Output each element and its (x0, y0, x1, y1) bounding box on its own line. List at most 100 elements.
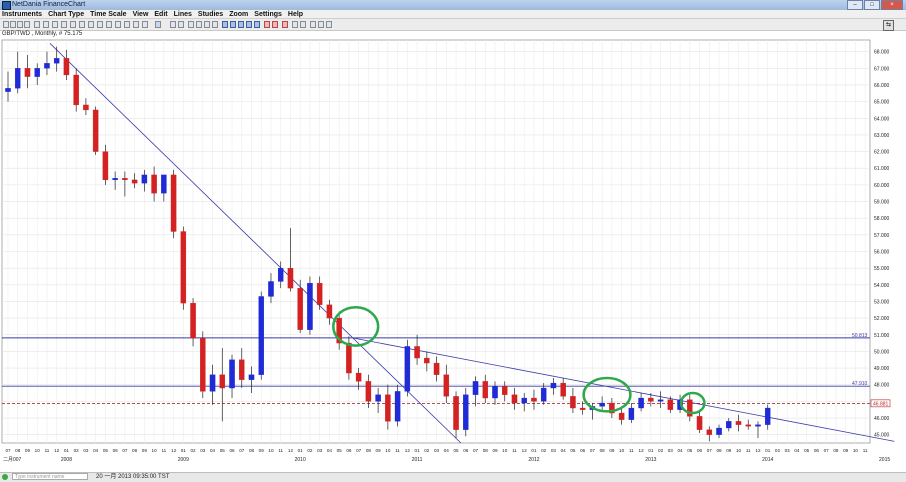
bar-chart-icon[interactable] (3, 21, 9, 28)
candle-chart-icon[interactable] (10, 21, 16, 28)
clear-lines-icon[interactable] (282, 21, 288, 28)
month-tick-label: 02 (658, 448, 664, 453)
candle-body (200, 337, 206, 392)
period-1h-icon[interactable] (79, 21, 85, 28)
command-input[interactable]: Type instrument name (12, 473, 88, 480)
dock-toggle-icon[interactable]: ⇆ (883, 20, 894, 31)
candle-body (307, 282, 313, 330)
period-daily-icon[interactable] (115, 21, 121, 28)
indicator-c-icon[interactable] (246, 21, 252, 28)
price-tick-label: 64.000 (874, 116, 890, 122)
month-tick-label: 11 (746, 448, 751, 453)
period-30-icon[interactable] (70, 21, 76, 28)
crosshair-icon[interactable] (170, 21, 176, 28)
period-2w-icon[interactable] (133, 21, 139, 28)
studies-icon[interactable] (222, 21, 228, 28)
candle-body (726, 421, 732, 429)
trendline-icon[interactable] (196, 21, 202, 28)
period-4h-icon[interactable] (97, 21, 103, 28)
period-3w-icon[interactable] (142, 21, 148, 28)
print-icon[interactable] (292, 21, 298, 28)
month-tick-label: 10 (736, 448, 742, 453)
menu-view[interactable]: View (133, 10, 149, 18)
price-tick-label: 51.000 (874, 333, 890, 339)
line-chart-icon[interactable] (17, 21, 23, 28)
period-1-icon[interactable] (34, 21, 40, 28)
month-tick-label: 06 (697, 448, 703, 453)
menu-zoom[interactable]: Zoom (229, 10, 248, 18)
candle-body (131, 179, 138, 184)
month-tick-label: 01 (298, 448, 304, 453)
menu-chart-type[interactable]: Chart Type (48, 10, 84, 18)
candle-body (540, 387, 547, 402)
candle-body (716, 427, 722, 435)
candle-body (394, 391, 401, 422)
close-icon[interactable]: × (881, 0, 903, 10)
candle-body (501, 386, 508, 395)
minimize-icon[interactable]: – (847, 0, 863, 10)
candle-body (170, 174, 177, 232)
candle-body (112, 178, 118, 181)
menu-help[interactable]: Help (288, 10, 303, 18)
bars-icon[interactable] (212, 21, 218, 28)
month-tick-label: 08 (716, 448, 722, 453)
candle-body (599, 402, 605, 407)
plot-frame (1, 39, 871, 444)
period-5-icon[interactable] (43, 21, 49, 28)
menu-time-scale[interactable]: Time Scale (90, 10, 126, 18)
menu-studies[interactable]: Studies (198, 10, 223, 18)
grid-icon[interactable] (178, 21, 184, 28)
chart-grid (1, 39, 871, 444)
fibonacci-icon[interactable] (204, 21, 210, 28)
price-tick-label: 56.000 (874, 249, 890, 255)
candle-body (63, 58, 70, 76)
level-price-label: 47.910 (852, 381, 868, 387)
period-8h-icon[interactable] (106, 21, 112, 28)
menu-instruments[interactable]: Instruments (2, 10, 42, 18)
menu-settings[interactable]: Settings (254, 10, 282, 18)
indicator-d-icon[interactable] (254, 21, 260, 28)
candle-body (735, 421, 742, 425)
candle-body (355, 372, 362, 382)
candle-body (696, 416, 703, 430)
delete-study-icon[interactable] (264, 21, 270, 28)
candle-body (579, 407, 586, 410)
maximize-icon[interactable]: □ (864, 0, 880, 10)
zoom-reset-icon[interactable] (326, 21, 332, 28)
month-tick-label: 06 (113, 448, 119, 453)
year-tick-label: 2010 (295, 457, 306, 463)
month-tick-label: 03 (668, 448, 674, 453)
copy-icon[interactable] (300, 21, 306, 28)
candle-body (511, 394, 518, 404)
period-monthly-icon[interactable] (155, 21, 161, 28)
period-weekly-icon[interactable] (124, 21, 130, 28)
period-10-icon[interactable] (52, 21, 58, 28)
menu-edit[interactable]: Edit (154, 10, 167, 18)
month-tick-label: 08 (833, 448, 839, 453)
period-2h-icon[interactable] (88, 21, 94, 28)
candle-body (443, 374, 450, 397)
zoom-in-icon[interactable] (310, 21, 316, 28)
month-tick-label: 04 (210, 448, 216, 453)
cursor-icon[interactable] (188, 21, 194, 28)
month-tick-label: 10 (619, 448, 625, 453)
area-chart-icon[interactable] (24, 21, 30, 28)
indicator-a-icon[interactable] (230, 21, 236, 28)
candle-body (618, 412, 625, 420)
current-price-label: 46.881 (873, 401, 889, 407)
price-chart[interactable]: 68.000 67.000 66.000 65.000 64.000 63.000 62.0… (0, 38, 906, 472)
month-tick-label: 08 (15, 448, 21, 453)
candle-body (287, 267, 294, 289)
month-tick-label: 12 (288, 448, 294, 453)
indicator-b-icon[interactable] (238, 21, 244, 28)
price-tick-label: 66.000 (874, 83, 890, 89)
go-icon[interactable] (2, 474, 8, 480)
month-tick-label: 09 (843, 448, 849, 453)
period-15-icon[interactable] (61, 21, 67, 28)
menu-lines[interactable]: Lines (174, 10, 192, 18)
month-tick-label: 10 (35, 448, 41, 453)
remove-icon[interactable] (272, 21, 278, 28)
month-tick-label: 05 (687, 448, 693, 453)
month-tick-label: 02 (541, 448, 547, 453)
zoom-out-icon[interactable] (318, 21, 324, 28)
